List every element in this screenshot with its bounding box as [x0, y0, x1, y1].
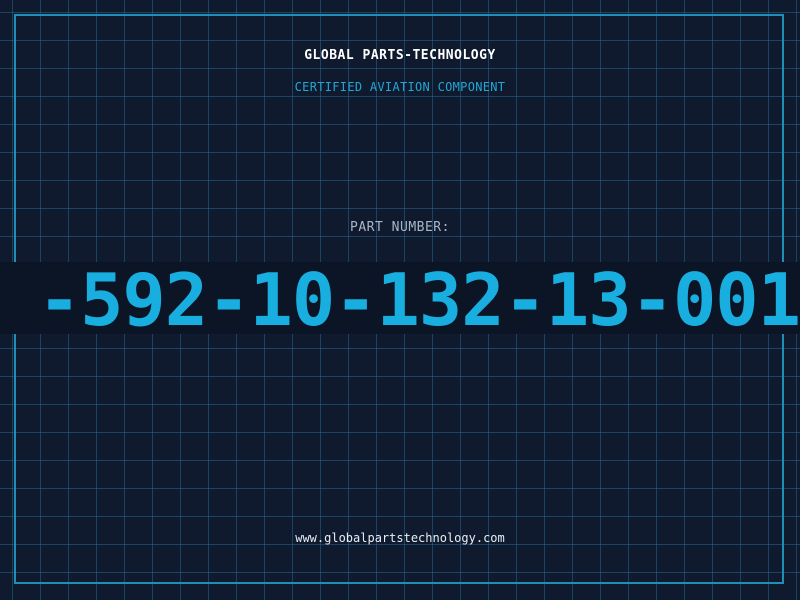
part-number-value: -592-10-132-13-001 [37, 262, 800, 334]
part-number-label: PART NUMBER: [350, 220, 450, 235]
part-number-band: -592-10-132-13-001 [0, 262, 800, 334]
website-url: www.globalpartstechnology.com [295, 531, 505, 545]
company-name: GLOBAL PARTS-TECHNOLOGY [304, 48, 496, 63]
certification-subtitle: CERTIFIED AVIATION COMPONENT [294, 80, 506, 94]
